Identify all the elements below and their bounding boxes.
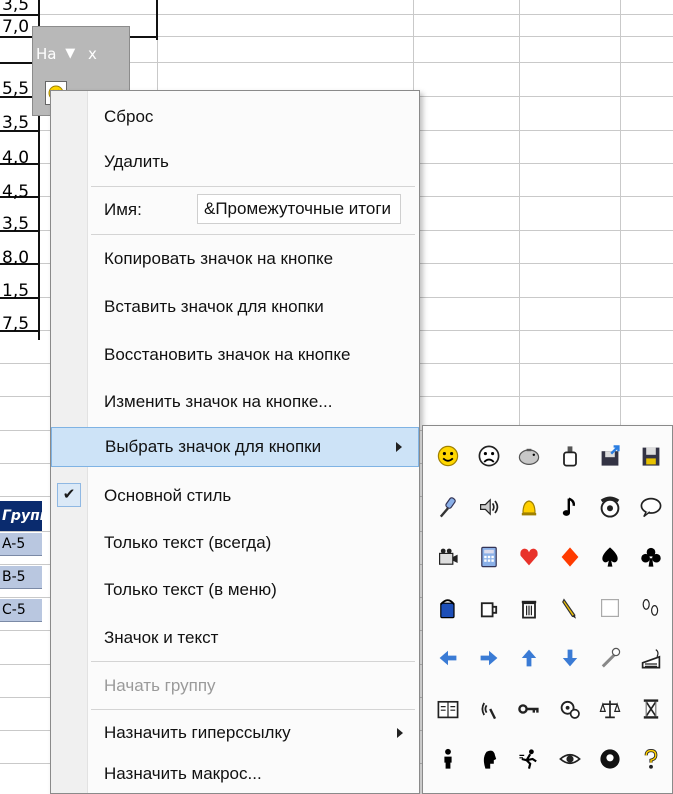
menu-item-assign-hyperlink[interactable]: Назначить гиперссылку (51, 714, 419, 752)
group-cell[interactable]: B-5 (0, 566, 42, 589)
arrow-down-icon[interactable] (550, 636, 590, 680)
menu-item-label: Копировать значок на кнопке (104, 249, 334, 268)
group-cell[interactable]: A-5 (0, 533, 42, 556)
footprints-icon[interactable] (631, 586, 671, 630)
cell-value[interactable]: 1,5 (0, 280, 38, 302)
menu-item-label: Удалить (104, 152, 169, 171)
menu-item-label: Вставить значок для кнопки (104, 297, 324, 316)
grid-row-line (0, 14, 673, 15)
cell-value[interactable]: 4,5 (0, 181, 38, 203)
checkmark-icon: ✔ (57, 483, 81, 507)
toolbar-dropdown-icon[interactable]: ▼ (65, 42, 75, 66)
cell-value[interactable]: 8,0 (0, 247, 38, 269)
radio-waves-icon[interactable] (469, 687, 509, 731)
pencil-icon[interactable] (550, 586, 590, 630)
name-label: Имя: (104, 200, 142, 219)
disk-arrow-icon[interactable] (590, 434, 630, 478)
calculator-icon[interactable] (469, 535, 509, 579)
menu-item-label: Сброс (104, 107, 154, 126)
book-icon[interactable] (428, 687, 468, 731)
trash-can-icon[interactable] (509, 586, 549, 630)
toolbar-title: На (36, 44, 57, 63)
bell-icon[interactable] (509, 485, 549, 529)
menu-item-label: Восстановить значок на кнопке (104, 345, 351, 364)
table-border (156, 0, 158, 40)
cell-value[interactable]: 3,5 (0, 213, 38, 235)
submenu-arrow-icon (397, 728, 403, 738)
menu-item-begin-group: Начать группу (51, 667, 419, 705)
menu-separator (91, 661, 415, 662)
menu-separator (91, 234, 415, 235)
hourglass-icon[interactable] (631, 687, 671, 731)
club-icon[interactable] (631, 535, 671, 579)
menu-item-default-style[interactable]: ✔ Основной стиль (51, 477, 419, 515)
speaker-icon[interactable] (469, 485, 509, 529)
group-header-cell[interactable]: Группа (0, 501, 42, 531)
bottle-icon[interactable] (550, 434, 590, 478)
cell-value[interactable]: 3,5 (0, 0, 38, 16)
telephone-icon[interactable] (590, 485, 630, 529)
menu-item-label: Выбрать значок для кнопки (105, 437, 322, 456)
disk-icon[interactable] (631, 434, 671, 478)
menu-item-label: Начать группу (104, 676, 216, 695)
arrow-up-icon[interactable] (509, 636, 549, 680)
heart-icon[interactable] (509, 535, 549, 579)
piggy-bank-icon[interactable] (509, 434, 549, 478)
paint-bucket-icon[interactable] (428, 586, 468, 630)
gears-icon[interactable] (550, 687, 590, 731)
music-note-icon[interactable] (550, 485, 590, 529)
arrow-right-icon[interactable] (469, 636, 509, 680)
menu-item-label: Назначить макрос... (104, 764, 262, 783)
head-icon[interactable] (469, 737, 509, 781)
frown-icon[interactable] (469, 434, 509, 478)
menu-item-choose-icon[interactable]: Выбрать значок для кнопки (51, 427, 419, 467)
video-camera-icon[interactable] (428, 535, 468, 579)
arrow-left-icon[interactable] (428, 636, 468, 680)
menu-item-delete[interactable]: Удалить (51, 143, 419, 181)
question-icon[interactable] (631, 737, 671, 781)
spade-icon[interactable] (590, 535, 630, 579)
toolbar-title-bar[interactable]: На ▼ x (36, 41, 126, 65)
cell-value[interactable]: 4,0 (0, 147, 38, 169)
menu-item-name: Имя: &Промежуточные итоги (51, 191, 419, 229)
menu-item-assign-macro[interactable]: Назначить макрос... (51, 755, 419, 793)
cell-value[interactable]: 7,5 (0, 313, 38, 335)
smiley-icon[interactable] (428, 434, 468, 478)
menu-separator (91, 709, 415, 710)
menu-item-paste-icon[interactable]: Вставить значок для кнопки (51, 288, 419, 326)
menu-item-icon-and-text[interactable]: Значок и текст (51, 619, 419, 657)
scales-icon[interactable] (590, 687, 630, 731)
context-menu: Сброс Удалить Имя: &Промежуточные итоги … (50, 90, 420, 794)
icon-picker-submenu (422, 425, 673, 794)
magic-wand-icon[interactable] (590, 636, 630, 680)
menu-item-label: Назначить гиперссылку (104, 723, 291, 742)
menu-item-text-only-always[interactable]: Только текст (всегда) (51, 524, 419, 562)
blank-icon[interactable] (590, 586, 630, 630)
menu-item-restore-icon[interactable]: Восстановить значок на кнопке (51, 336, 419, 374)
eight-ball-icon[interactable] (590, 737, 630, 781)
speech-bubble-icon[interactable] (631, 485, 671, 529)
toolbar-close-icon[interactable]: x (88, 42, 97, 66)
person-icon[interactable] (428, 737, 468, 781)
menu-item-reset[interactable]: Сброс (51, 98, 419, 136)
menu-item-edit-icon[interactable]: Изменить значок на кнопке... (51, 383, 419, 421)
menu-separator (91, 186, 415, 187)
menu-item-label: Только текст (в меню) (104, 580, 277, 599)
menu-item-copy-icon[interactable]: Копировать значок на кнопке (51, 240, 419, 278)
submenu-arrow-icon (396, 442, 402, 452)
key-icon[interactable] (509, 687, 549, 731)
microphone-icon[interactable] (428, 485, 468, 529)
menu-item-label: Значок и текст (104, 628, 219, 647)
eye-icon[interactable] (550, 737, 590, 781)
diamond-icon[interactable] (550, 535, 590, 579)
menu-item-text-only-menu[interactable]: Только текст (в меню) (51, 571, 419, 609)
keyboard-icon[interactable] (631, 636, 671, 680)
menu-item-label: Только текст (всегда) (104, 533, 272, 552)
menu-item-label: Изменить значок на кнопке... (104, 392, 333, 411)
name-input[interactable]: &Промежуточные итоги (197, 194, 401, 224)
group-cell[interactable]: C-5 (0, 599, 42, 622)
runner-icon[interactable] (509, 737, 549, 781)
menu-item-label: Основной стиль (104, 486, 232, 505)
cup-icon[interactable] (469, 586, 509, 630)
